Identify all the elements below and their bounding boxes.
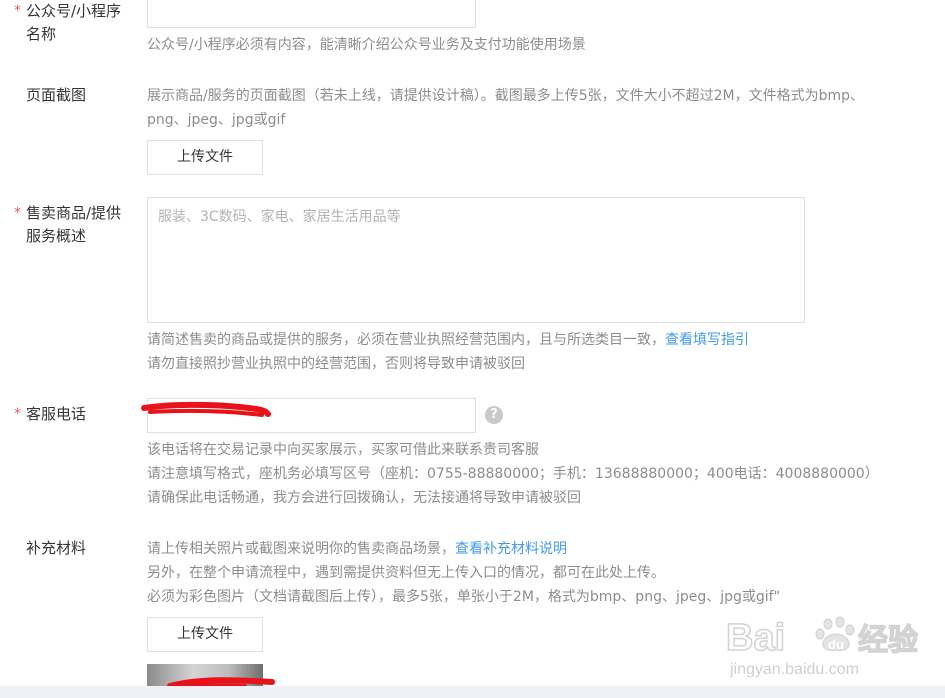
watermark-url: jingyan.baidu.com — [729, 661, 859, 678]
required-mark: * — [14, 205, 21, 221]
phone-label: * 客服电话 — [14, 403, 87, 426]
screenshot-upload-button[interactable]: 上传文件 — [147, 140, 263, 175]
goods-label-line2: 服务概述 — [26, 227, 87, 245]
goods-guide-link[interactable]: 查看填写指引 — [665, 332, 749, 348]
phone-hint-line1: 该电话将在交易记录中向买家展示，买家可借此来联系贵司客服 — [147, 442, 539, 458]
account-name-label: * 公众号/小程序 名称 — [14, 0, 122, 46]
watermark-brand: Bai — [726, 617, 785, 659]
goods-hint-line2: 请勿直接照抄营业执照中的经营范围，否则将导致申请被驳回 — [147, 356, 525, 372]
required-mark: * — [14, 406, 21, 422]
extra-label: 补充材料 — [26, 539, 87, 557]
extra-hint-line1: 请上传相关照片或截图来说明你的售卖商品场景，查看补充材料说明 — [147, 537, 567, 561]
screenshot-hint-line1: 展示商品/服务的页面截图（若未上线，请提供设计稿）。截图最多上传5张，文件大小不… — [147, 88, 865, 104]
required-mark: * — [14, 3, 21, 19]
extra-materials-link[interactable]: 查看补充材料说明 — [455, 541, 567, 557]
goods-placeholder: 服装、3C数码、家电、家居生活用品等 — [158, 209, 401, 225]
svg-text:du: du — [828, 637, 844, 652]
extra-upload-button[interactable]: 上传文件 — [147, 617, 263, 652]
baidu-logo-icon: Bai du 经验 jingyan.baidu.com — [725, 616, 918, 678]
bottom-strip — [0, 686, 945, 698]
screenshot-hint-line2: png、jpeg、jpg或gif — [147, 112, 286, 128]
extra-hint-line2: 另外，在整个申请流程中，遇到需提供资料但无上传入口的情况，都可在此处上传。 — [147, 565, 665, 581]
account-name-hint: 公众号/小程序必须有内容，能清晰介绍公众号业务及支付功能使用场景 — [147, 37, 586, 53]
goods-label-line1: 售卖商品/提供 — [26, 204, 122, 222]
account-name-label-line1: 公众号/小程序 — [26, 2, 122, 20]
extra-hint-line3: 必须为彩色图片（文档请截图后上传），最多5张，单张小于2M，格式为bmp、png… — [147, 589, 781, 605]
screenshot-label: 页面截图 — [26, 86, 87, 104]
goods-textarea[interactable]: 服装、3C数码、家电、家居生活用品等 — [147, 197, 805, 323]
redaction-scribble — [141, 401, 271, 417]
account-name-input[interactable] — [147, 0, 476, 28]
baidu-jingyan-watermark: Bai du 经验 jingyan.baidu.com — [724, 612, 934, 682]
goods-hint-text: 请简述售卖的商品或提供的服务，必须在营业执照经营范围内，且与所选类目一致， — [147, 332, 665, 348]
phone-hint-line3: 请确保此电话畅通，我方会进行回拨确认，无法接通将导致申请被驳回 — [147, 490, 581, 506]
watermark-brand-suffix: 经验 — [858, 623, 918, 658]
account-name-label-line2: 名称 — [26, 25, 57, 43]
phone-hint-line2: 请注意填写格式，座机务必填写区号（座机：0755-88880000；手机：136… — [147, 466, 879, 482]
extra-hint-text: 请上传相关照片或截图来说明你的售卖商品场景， — [147, 541, 455, 557]
phone-label-text: 客服电话 — [26, 405, 87, 423]
merchant-application-form: * 公众号/小程序 名称 公众号/小程序必须有内容，能清晰介绍公众号业务及支付功… — [0, 0, 945, 698]
goods-label: * 售卖商品/提供 服务概述 — [14, 202, 122, 248]
help-icon[interactable]: ? — [485, 406, 503, 424]
goods-hint-line1: 请简述售卖的商品或提供的服务，必须在营业执照经营范围内，且与所选类目一致，查看填… — [147, 328, 749, 352]
